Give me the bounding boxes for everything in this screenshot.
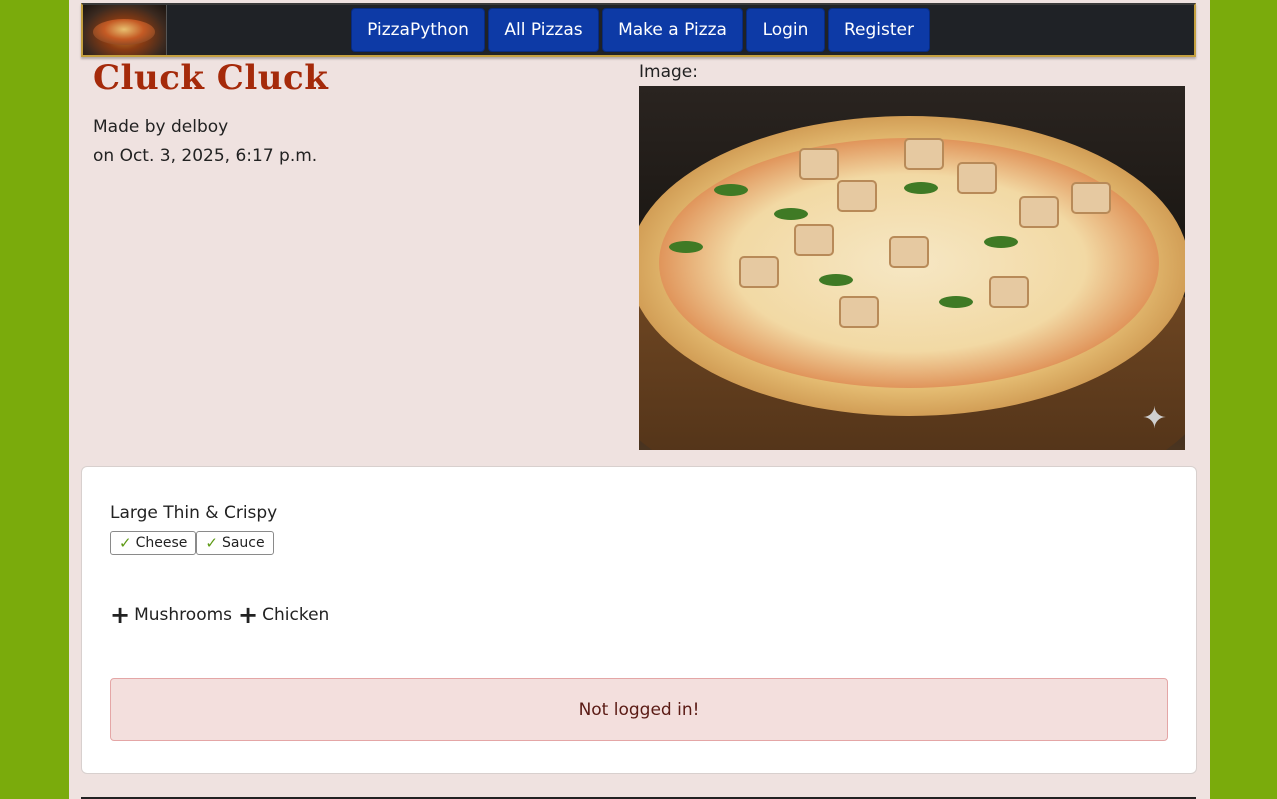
topping-label: Mushrooms bbox=[134, 605, 233, 625]
base-item-badge: ✓ Sauce bbox=[196, 531, 274, 555]
chicken-piece bbox=[739, 256, 779, 288]
basil-leaf bbox=[939, 296, 973, 308]
nav-make-a-pizza[interactable]: Make a Pizza bbox=[602, 8, 743, 52]
pizza-details-card: Large Thin & Crispy ✓ Cheese ✓ Sauce + M… bbox=[81, 466, 1197, 774]
logo-pizza-slice bbox=[93, 19, 155, 45]
topping-item: + Chicken bbox=[238, 603, 329, 627]
topping-label: Chicken bbox=[262, 605, 330, 625]
topping-item: + Mushrooms bbox=[110, 603, 232, 627]
base-item-badge: ✓ Cheese bbox=[110, 531, 197, 555]
basil-leaf bbox=[984, 236, 1018, 248]
chicken-piece bbox=[839, 296, 879, 328]
base-items: ✓ Cheese ✓ Sauce bbox=[110, 531, 274, 555]
check-icon: ✓ bbox=[119, 534, 132, 552]
base-item-label: Cheese bbox=[135, 535, 188, 551]
chicken-piece bbox=[794, 224, 834, 256]
basil-leaf bbox=[774, 208, 808, 220]
nav-all-pizzas[interactable]: All Pizzas bbox=[488, 8, 599, 52]
plus-icon: + bbox=[238, 601, 259, 629]
pizza-image: ✦ bbox=[639, 86, 1185, 450]
not-logged-in-alert: Not logged in! bbox=[110, 678, 1168, 741]
basil-leaf bbox=[904, 182, 938, 194]
basil-leaf bbox=[669, 241, 703, 253]
chicken-piece bbox=[904, 138, 944, 170]
plus-icon: + bbox=[110, 601, 131, 629]
navbar: PizzaPython All Pizzas Make a Pizza Logi… bbox=[81, 3, 1196, 57]
basil-leaf bbox=[819, 274, 853, 286]
nav-login[interactable]: Login bbox=[746, 8, 825, 52]
sparkle-icon: ✦ bbox=[1141, 401, 1167, 436]
check-icon: ✓ bbox=[205, 534, 218, 552]
nav-register[interactable]: Register bbox=[828, 8, 930, 52]
site-logo[interactable] bbox=[83, 5, 167, 55]
nav-pizzapython[interactable]: PizzaPython bbox=[351, 8, 485, 52]
chicken-piece bbox=[989, 276, 1029, 308]
toppings-list: + Mushrooms + Chicken bbox=[110, 603, 335, 627]
base-item-label: Sauce bbox=[221, 535, 265, 551]
image-label: Image: bbox=[639, 62, 698, 82]
pizza-title: Cluck Cluck bbox=[93, 58, 329, 98]
basil-leaf bbox=[714, 184, 748, 196]
chicken-piece bbox=[1019, 196, 1059, 228]
chicken-piece bbox=[1071, 182, 1111, 214]
chicken-piece bbox=[799, 148, 839, 180]
pizza-author: Made by delboy bbox=[93, 117, 229, 137]
chicken-piece bbox=[837, 180, 877, 212]
chicken-piece bbox=[889, 236, 929, 268]
pizza-size: Large Thin & Crispy bbox=[110, 503, 278, 523]
pizza-date: on Oct. 3, 2025, 6:17 p.m. bbox=[93, 146, 318, 166]
chicken-piece bbox=[957, 162, 997, 194]
